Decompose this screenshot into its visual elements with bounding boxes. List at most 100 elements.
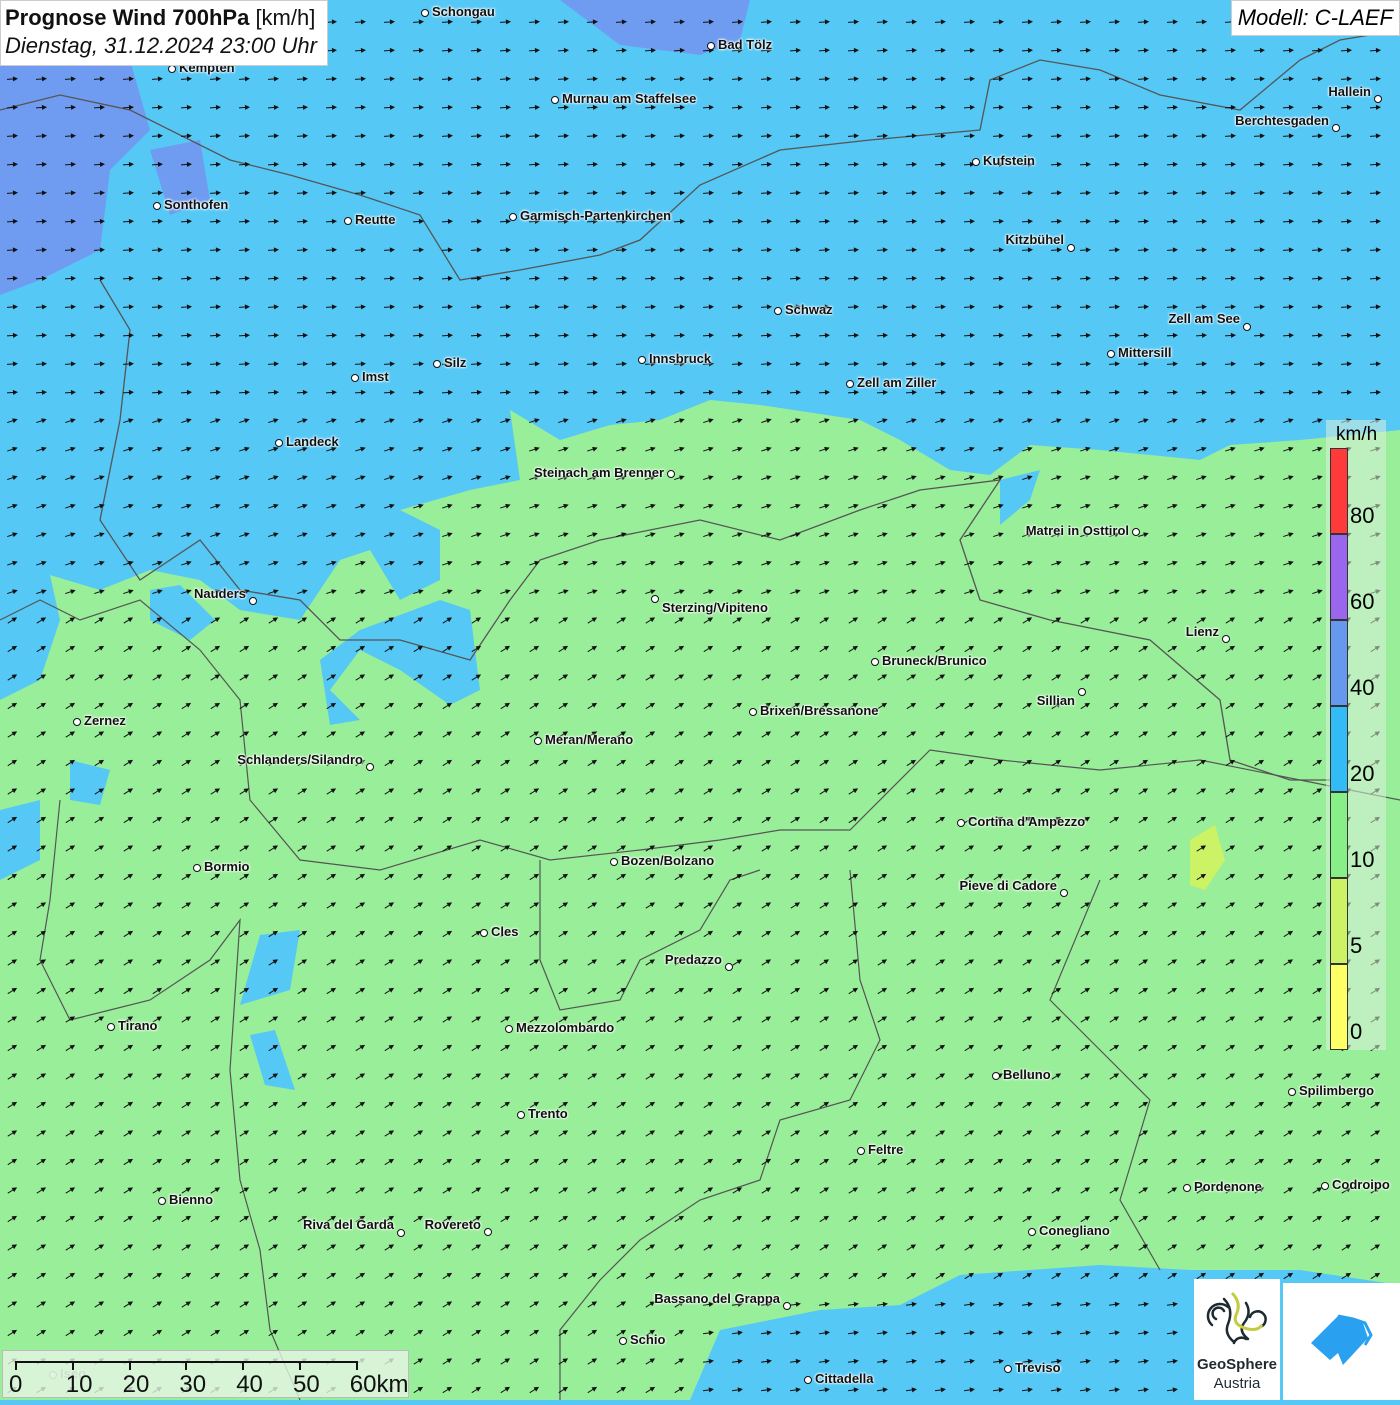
city-dot-icon bbox=[725, 963, 733, 971]
scale-label: 0 bbox=[9, 1371, 23, 1398]
legend-color-bin bbox=[1330, 534, 1348, 620]
city-label: Schlanders/Silandro bbox=[237, 752, 363, 767]
city-dot-icon bbox=[610, 858, 618, 866]
city-dot-icon bbox=[397, 1229, 405, 1237]
city-label: Codroipo bbox=[1332, 1177, 1390, 1192]
city-label: Kitzbühel bbox=[1005, 232, 1065, 247]
city-label: Schongau bbox=[432, 4, 495, 19]
legend-color-bin bbox=[1330, 792, 1348, 878]
geosphere-logo: GeoSphere Austria bbox=[1194, 1279, 1280, 1400]
city-dot-icon bbox=[1243, 323, 1251, 331]
city-label: Bruneck/Brunico bbox=[882, 653, 987, 668]
city-dot-icon bbox=[517, 1111, 525, 1119]
city-label: Mezzolombardo bbox=[516, 1020, 615, 1035]
city-label: Brixen/Bressanone bbox=[760, 703, 879, 718]
forecast-datetime: Dienstag, 31.12.2024 23:00 Uhr bbox=[5, 33, 317, 58]
city-dot-icon bbox=[107, 1023, 115, 1031]
model-label: Modell: C-LAEF bbox=[1230, 0, 1400, 36]
legend-color-bin bbox=[1330, 620, 1348, 706]
city-dot-icon bbox=[857, 1147, 865, 1155]
city-label: Cittadella bbox=[815, 1371, 874, 1386]
city-label: Bienno bbox=[169, 1192, 214, 1207]
city-dot-icon bbox=[783, 1302, 791, 1310]
scale-label: 50 bbox=[293, 1371, 320, 1398]
city-dot-icon bbox=[168, 65, 176, 73]
city-dot-icon bbox=[73, 718, 81, 726]
city-dot-icon bbox=[421, 9, 429, 17]
city-dot-icon bbox=[534, 737, 542, 745]
city-label: Sterzing/Vipiteno bbox=[662, 600, 768, 615]
geosphere-name: GeoSphere bbox=[1196, 1356, 1278, 1373]
city-dot-icon bbox=[153, 202, 161, 210]
city-dot-icon bbox=[1060, 889, 1068, 897]
scale-tick bbox=[355, 1361, 358, 1370]
city-dot-icon bbox=[158, 1197, 166, 1205]
legend-color-bin bbox=[1330, 706, 1348, 792]
city-dot-icon bbox=[1222, 635, 1230, 643]
scale-tick bbox=[299, 1361, 301, 1370]
legend-color-bin bbox=[1330, 878, 1348, 964]
city-label: Murnau am Staffelsee bbox=[562, 91, 697, 106]
city-dot-icon bbox=[1028, 1228, 1036, 1236]
legend-tick-label: 5 bbox=[1350, 933, 1363, 958]
city-dot-icon bbox=[1374, 95, 1382, 103]
city-label: Innsbruck bbox=[649, 351, 712, 366]
city-dot-icon bbox=[638, 356, 646, 364]
city-label: Bassano del Grappa bbox=[654, 1291, 780, 1306]
scale-label: 30 bbox=[179, 1371, 207, 1398]
geosphere-swirl-icon bbox=[1206, 1291, 1267, 1345]
city-label: Pieve di Cadore bbox=[959, 878, 1057, 893]
city-dot-icon bbox=[249, 597, 257, 605]
city-dot-icon bbox=[1332, 124, 1340, 132]
city-dot-icon bbox=[509, 213, 517, 221]
scale-tick bbox=[15, 1361, 17, 1370]
city-dot-icon bbox=[1067, 244, 1075, 252]
city-dot-icon bbox=[433, 360, 441, 368]
city-dot-icon bbox=[651, 595, 659, 603]
city-label: Berchtesgaden bbox=[1235, 113, 1329, 128]
color-legend: km/h 80 60 40 20 10 5 0 bbox=[1326, 420, 1386, 1050]
city-label: Imst bbox=[362, 369, 389, 384]
legend-color-bin bbox=[1330, 964, 1348, 1050]
city-label: Bormio bbox=[204, 859, 250, 874]
city-dot-icon bbox=[1132, 528, 1140, 536]
city-label: Matrei in Osttirol bbox=[1025, 523, 1129, 538]
city-label: Treviso bbox=[1015, 1360, 1061, 1375]
legend-tick-label: 20 bbox=[1350, 761, 1375, 786]
geosphere-country: Austria bbox=[1213, 1375, 1261, 1392]
city-dot-icon bbox=[846, 380, 854, 388]
scale-bar: 0 10 20 30 40 50 60km bbox=[2, 1350, 409, 1398]
city-label: Bozen/Bolzano bbox=[621, 853, 715, 868]
city-dot-icon bbox=[1004, 1365, 1012, 1373]
city-label: Mittersill bbox=[1118, 345, 1172, 360]
scale-tick bbox=[185, 1361, 188, 1370]
city-label: Cortina d'Ampezzo bbox=[968, 814, 1086, 829]
city-dot-icon bbox=[957, 819, 965, 827]
legend-tick-label: 80 bbox=[1350, 503, 1375, 528]
city-label: Rovereto bbox=[424, 1217, 481, 1232]
city-dot-icon bbox=[480, 929, 488, 937]
city-label: Nauders bbox=[193, 586, 246, 601]
city-dot-icon bbox=[667, 470, 675, 478]
legend-tick-label: 10 bbox=[1350, 847, 1375, 872]
city-dot-icon bbox=[1183, 1184, 1191, 1192]
city-dot-icon bbox=[366, 763, 374, 771]
city-dot-icon bbox=[344, 217, 352, 225]
city-label: Reutte bbox=[355, 212, 396, 227]
scale-tick bbox=[242, 1361, 245, 1370]
scale-label: 20 bbox=[122, 1371, 150, 1398]
city-label: Zell am Ziller bbox=[857, 375, 937, 390]
city-label: Schwaz bbox=[785, 302, 833, 317]
city-dot-icon bbox=[1107, 350, 1115, 358]
city-dot-icon bbox=[992, 1072, 1000, 1080]
city-label: Landeck bbox=[286, 434, 339, 449]
city-label: Conegliano bbox=[1039, 1223, 1110, 1238]
city-label: Predazzo bbox=[664, 952, 722, 967]
city-label: Garmisch-Partenkirchen bbox=[520, 208, 672, 223]
city-label: Belluno bbox=[1003, 1067, 1051, 1082]
city-dot-icon bbox=[1078, 688, 1086, 696]
legend-unit: km/h bbox=[1336, 424, 1378, 445]
city-label: Meran/Merano bbox=[545, 732, 634, 747]
city-dot-icon bbox=[193, 864, 201, 872]
city-label: Bad Tölz bbox=[718, 37, 773, 52]
